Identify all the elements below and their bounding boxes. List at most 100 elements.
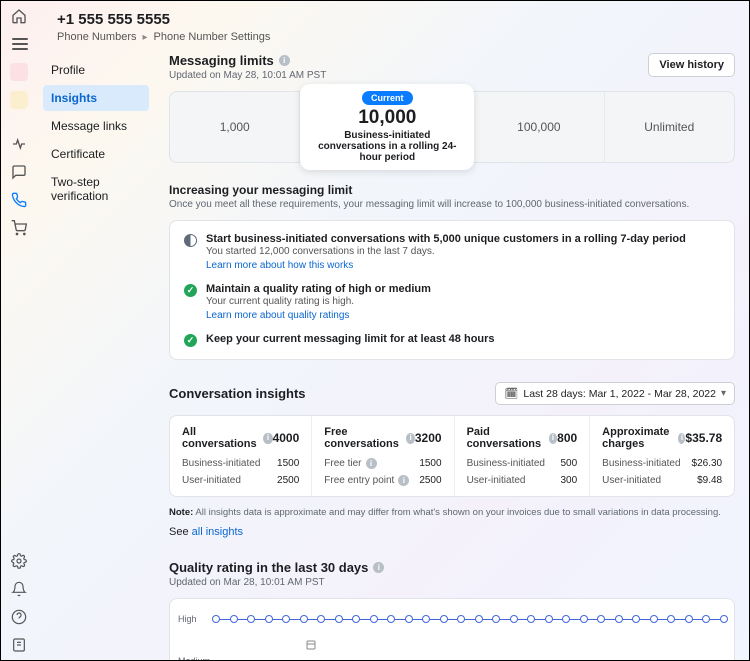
half-circle-icon xyxy=(184,234,197,247)
all-insights-link[interactable]: all insights xyxy=(192,526,243,538)
limit-tier-unlimited: Unlimited xyxy=(605,92,734,162)
current-limit-value: 10,000 xyxy=(358,108,416,129)
chevron-right-icon: ▸ xyxy=(143,32,148,43)
limit-tier-1000: 1,000 xyxy=(170,92,300,162)
series-point xyxy=(475,615,483,623)
tab-insights[interactable]: Insights xyxy=(43,85,149,111)
series-point xyxy=(370,615,378,623)
series-point xyxy=(667,615,675,623)
increase-limit-desc: Once you meet all these requirements, yo… xyxy=(169,199,735,210)
info-icon[interactable]: i xyxy=(366,458,377,469)
bell-icon[interactable] xyxy=(10,580,28,598)
series-point xyxy=(510,615,518,623)
breadcrumb-current: Phone Number Settings xyxy=(154,31,271,43)
menu-icon[interactable] xyxy=(10,35,28,53)
series-point xyxy=(335,615,343,623)
current-badge: Current xyxy=(362,91,413,105)
increase-limit-title: Increasing your messaging limit xyxy=(169,183,735,197)
series-point xyxy=(422,615,430,623)
limit-tier-current: Current 10,000 Business-initiated conver… xyxy=(300,84,474,170)
quality-rating-chart: High Medium Low xyxy=(169,598,735,660)
series-point xyxy=(650,615,658,623)
activity-icon[interactable] xyxy=(10,135,28,153)
info-icon[interactable]: i xyxy=(263,433,272,444)
conversation-insights-title: Conversation insights xyxy=(169,386,306,401)
insights-note: Note: All insights data is approximate a… xyxy=(169,507,735,518)
series-point xyxy=(265,615,273,623)
series-point xyxy=(282,615,290,623)
series-point xyxy=(247,615,255,623)
insights-grid: All conversationsi 4000 Business-initiat… xyxy=(169,415,735,497)
check-circle-icon: ✓ xyxy=(184,334,197,347)
check-circle-icon: ✓ xyxy=(184,284,197,297)
series-point xyxy=(545,615,553,623)
series-point xyxy=(317,615,325,623)
left-rail xyxy=(1,1,37,660)
chevron-down-icon: ▾ xyxy=(721,388,726,399)
tab-two-step[interactable]: Two-step verification xyxy=(43,169,149,209)
tab-message-links[interactable]: Message links xyxy=(43,113,149,139)
workspace-yellow-icon[interactable] xyxy=(10,91,28,109)
series-point xyxy=(212,615,220,623)
series-point xyxy=(230,615,238,623)
current-limit-desc: Business-initiated conversations in a ro… xyxy=(317,130,457,163)
series-point xyxy=(702,615,710,623)
report-icon[interactable] xyxy=(10,636,28,654)
breadcrumb: Phone Numbers ▸ Phone Number Settings xyxy=(57,31,729,43)
req-quality-rating: ✓ Maintain a quality rating of high or m… xyxy=(184,283,720,321)
y-axis-high: High xyxy=(178,614,197,624)
insights-approximate-charges: Approximate chargesi $35.78 Business-ini… xyxy=(590,416,734,496)
page-title: +1 555 555 5555 xyxy=(57,11,729,28)
series-point xyxy=(720,615,728,623)
help-icon[interactable] xyxy=(10,608,28,626)
req-keep-limit: ✓ Keep your current messaging limit for … xyxy=(184,333,720,347)
info-icon[interactable]: i xyxy=(373,562,384,573)
view-history-button[interactable]: View history xyxy=(648,53,735,77)
series-point xyxy=(440,615,448,623)
info-icon[interactable]: i xyxy=(678,433,685,444)
tab-certificate[interactable]: Certificate xyxy=(43,141,149,167)
info-icon[interactable]: i xyxy=(279,55,290,66)
insights-free-conversations: Free conversationsi 3200 Free tier i1500… xyxy=(312,416,454,496)
learn-more-conversations-link[interactable]: Learn more about how this works xyxy=(206,260,353,271)
series-point xyxy=(352,615,360,623)
increase-requirements-card: Start business-initiated conversations w… xyxy=(169,220,735,360)
workspace-pink-icon[interactable] xyxy=(10,63,28,81)
settings-sidebar: Profile Insights Message links Certifica… xyxy=(37,49,155,660)
expand-icon[interactable] xyxy=(305,639,317,654)
page-header: +1 555 555 5555 Phone Numbers ▸ Phone Nu… xyxy=(37,1,749,49)
info-icon[interactable]: i xyxy=(549,433,557,444)
series-point xyxy=(300,615,308,623)
series-point xyxy=(562,615,570,623)
messaging-limits-bar: 1,000 Current 10,000 Business-initiated … xyxy=(169,91,735,163)
series-point xyxy=(685,615,693,623)
home-icon[interactable] xyxy=(10,7,28,25)
learn-more-quality-link[interactable]: Learn more about quality ratings xyxy=(206,310,349,321)
series-point xyxy=(492,615,500,623)
series-point xyxy=(597,615,605,623)
series-point xyxy=(527,615,535,623)
limit-tier-100000: 100,000 xyxy=(474,92,604,162)
date-range-selector[interactable]: 🗓 Last 28 days: Mar 1, 2022 - Mar 28, 20… xyxy=(495,382,735,405)
phone-icon[interactable] xyxy=(10,191,28,209)
info-icon[interactable]: i xyxy=(398,475,409,486)
series-point xyxy=(457,615,465,623)
series-point xyxy=(615,615,623,623)
series-line xyxy=(216,619,724,620)
chat-icon[interactable] xyxy=(10,163,28,181)
series-point xyxy=(632,615,640,623)
series-point xyxy=(580,615,588,623)
req-unique-customers: Start business-initiated conversations w… xyxy=(184,233,720,271)
cart-icon[interactable] xyxy=(10,219,28,237)
gear-icon[interactable] xyxy=(10,552,28,570)
calendar-icon: 🗓 xyxy=(504,387,518,400)
series-point xyxy=(387,615,395,623)
insights-all-conversations: All conversationsi 4000 Business-initiat… xyxy=(170,416,312,496)
series-point xyxy=(405,615,413,623)
y-axis-medium: Medium xyxy=(178,656,210,660)
tab-profile[interactable]: Profile xyxy=(43,57,149,83)
quality-rating-title: Quality rating in the last 30 days i xyxy=(169,560,735,575)
info-icon[interactable]: i xyxy=(406,433,414,444)
breadcrumb-phone-numbers[interactable]: Phone Numbers xyxy=(57,31,137,43)
see-all-insights: See all insights xyxy=(169,526,735,538)
